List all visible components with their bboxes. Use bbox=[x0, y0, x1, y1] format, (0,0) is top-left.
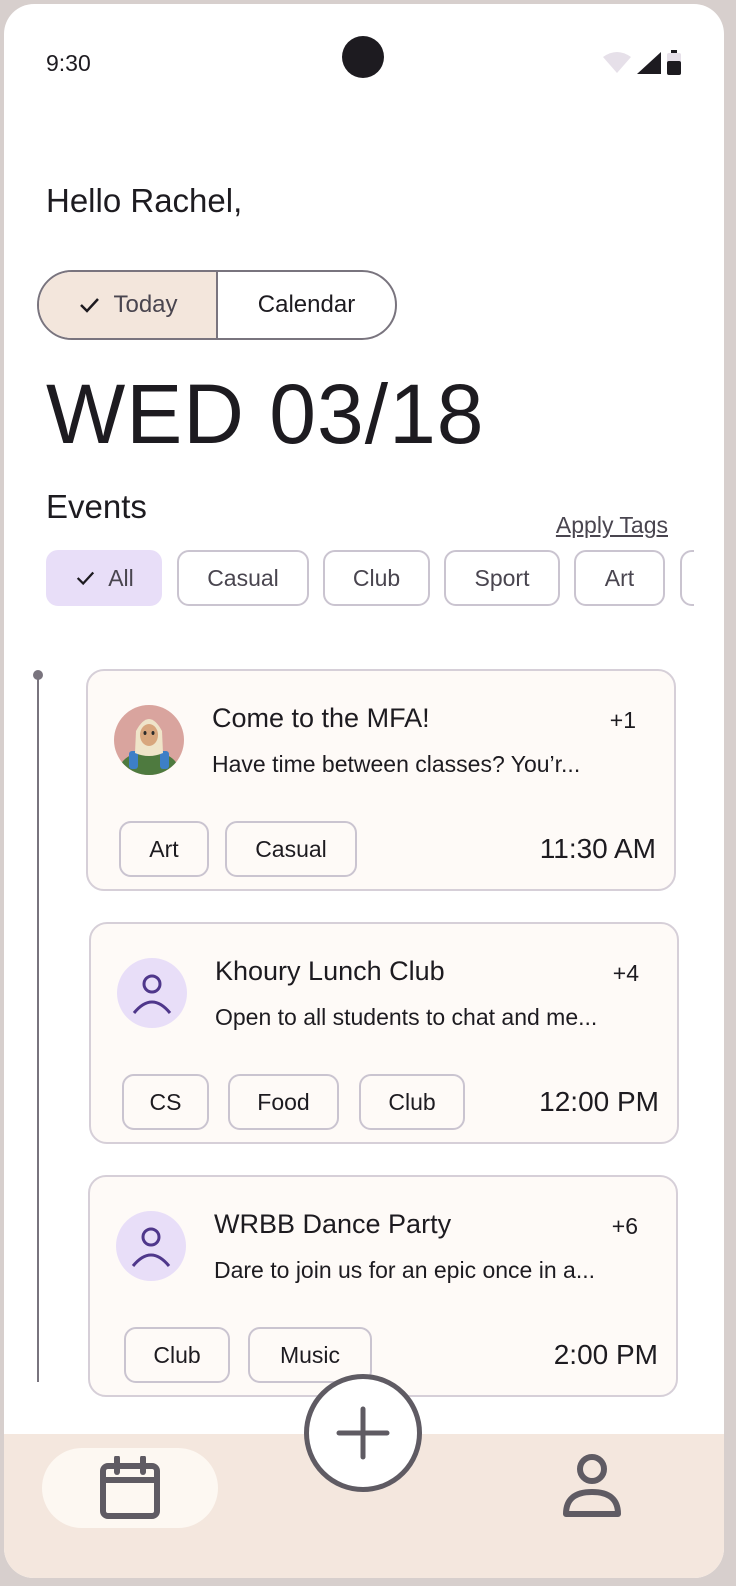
calendar-label: Calendar bbox=[257, 291, 356, 318]
filter-chip-casual[interactable]: Casual bbox=[177, 550, 309, 606]
event-card[interactable]: Khoury Lunch Club +4 Open to all student… bbox=[89, 922, 679, 1144]
event-title: WRBB Dance Party bbox=[214, 1209, 452, 1239]
attendee-count: +1 bbox=[609, 707, 636, 733]
status-time: 9:30 bbox=[46, 50, 91, 76]
event-tag[interactable]: Food bbox=[228, 1074, 339, 1130]
event-time: 2:00 PM bbox=[553, 1339, 658, 1370]
filter-chip-sport[interactable]: Sport bbox=[444, 550, 560, 606]
signal-icon bbox=[637, 52, 661, 74]
event-tag-label: Club bbox=[153, 1341, 201, 1368]
nav-calendar-button[interactable] bbox=[42, 1448, 218, 1528]
check-icon bbox=[77, 571, 95, 586]
timeline-dot bbox=[33, 670, 43, 680]
filter-chip-all[interactable]: All bbox=[46, 550, 162, 606]
check-icon bbox=[80, 298, 100, 313]
profile-icon bbox=[563, 1454, 621, 1517]
event-tag[interactable]: Art bbox=[119, 821, 209, 877]
filter-chips: All Casual Club Sport Art bbox=[46, 550, 694, 610]
event-description: Have time between classes? You’r... bbox=[212, 751, 581, 777]
filter-chip-label: Art bbox=[604, 564, 635, 591]
greeting: Hello Rachel, bbox=[46, 182, 243, 219]
event-title: Come to the MFA! bbox=[212, 703, 430, 733]
date-display: WED 03/18 bbox=[46, 367, 485, 461]
today-label: Today bbox=[113, 291, 178, 318]
event-tag[interactable]: Club bbox=[359, 1074, 465, 1130]
view-toggle: Today Calendar bbox=[37, 270, 397, 340]
event-tag-label: Casual bbox=[255, 835, 327, 862]
event-tag-label: Food bbox=[257, 1088, 310, 1115]
add-event-button[interactable] bbox=[304, 1374, 422, 1492]
apply-tags-link[interactable]: Apply Tags bbox=[556, 512, 668, 539]
events-title: Events bbox=[46, 488, 147, 525]
event-tag-label: Club bbox=[388, 1088, 436, 1115]
filter-chip-label: Casual bbox=[207, 564, 279, 591]
today-segment[interactable]: Today bbox=[39, 272, 218, 338]
event-tag-label: CS bbox=[149, 1088, 182, 1115]
event-tag[interactable]: CS bbox=[122, 1074, 209, 1130]
event-time: 11:30 AM bbox=[539, 833, 656, 864]
plus-icon bbox=[336, 1406, 390, 1460]
filter-chip-overflow[interactable] bbox=[680, 550, 694, 606]
attendee-count: +4 bbox=[612, 960, 639, 986]
timeline-line bbox=[37, 676, 39, 1382]
event-tag-label: Art bbox=[149, 835, 179, 862]
filter-chip-club[interactable]: Club bbox=[323, 550, 430, 606]
photo-avatar bbox=[114, 705, 184, 775]
nav-profile-button[interactable] bbox=[560, 1454, 624, 1518]
filter-chip-art[interactable]: Art bbox=[574, 550, 665, 606]
event-time: 12:00 PM bbox=[539, 1086, 659, 1117]
wifi-icon bbox=[603, 52, 631, 73]
calendar-segment[interactable]: Calendar bbox=[218, 272, 395, 338]
event-tag[interactable]: Club bbox=[124, 1327, 230, 1383]
event-tag[interactable]: Casual bbox=[225, 821, 357, 877]
event-tag-label: Music bbox=[279, 1341, 341, 1368]
event-card[interactable]: Come to the MFA! +1 Have time between cl… bbox=[86, 669, 676, 891]
attendee-count: +6 bbox=[611, 1213, 638, 1239]
camera-cutout bbox=[342, 36, 384, 78]
phone-screen: 9:30 Hello Rachel, Today Calendar WED 03… bbox=[4, 4, 724, 1578]
status-icons bbox=[602, 50, 682, 76]
filter-chip-label: All bbox=[108, 564, 134, 591]
event-description: Open to all students to chat and me... bbox=[215, 1004, 598, 1030]
battery-icon bbox=[667, 50, 681, 75]
event-card[interactable]: WRBB Dance Party +6 Dare to join us for … bbox=[88, 1175, 678, 1397]
event-description: Dare to join us for an epic once in a... bbox=[214, 1257, 595, 1283]
filter-chip-label: Club bbox=[352, 564, 401, 591]
person-icon bbox=[117, 958, 187, 1028]
event-title: Khoury Lunch Club bbox=[215, 956, 445, 986]
calendar-icon bbox=[100, 1456, 160, 1519]
filter-chip-label: Sport bbox=[474, 564, 530, 591]
person-icon bbox=[116, 1211, 186, 1281]
